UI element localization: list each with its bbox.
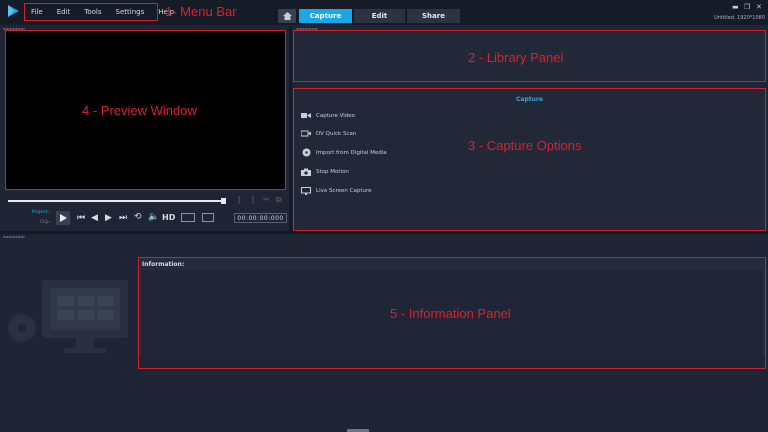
live-screen-capture-option[interactable]: Live Screen Capture (301, 186, 372, 195)
timecode-display[interactable]: 00:00:00:000 (234, 213, 287, 223)
minimize-icon[interactable]: ▬ (732, 3, 739, 11)
menu-bar: File Edit Tools Settings Help (24, 3, 174, 21)
screen-capture-icon (301, 186, 311, 195)
top-bar: File Edit Tools Settings Help 1- Menu Ba… (0, 0, 768, 25)
menu-tools[interactable]: Tools (84, 8, 101, 16)
project-name: Untitled, 1920*1080 (714, 15, 765, 21)
project-mode-label[interactable]: Project– (32, 210, 50, 215)
decorative-computer-illustration (8, 280, 128, 353)
split-clip-icon[interactable]: ✂ (263, 195, 270, 204)
annotation-menu-bar: 1- Menu Bar (165, 4, 237, 19)
app-logo-icon (8, 5, 19, 17)
restore-icon[interactable]: ❐ (744, 3, 750, 11)
video-camera-icon (301, 112, 311, 119)
display-mode-dropdown[interactable] (202, 213, 214, 222)
volume-icon[interactable]: 🔈 (148, 212, 159, 222)
capture-panel-title: Capture (516, 96, 543, 103)
mark-out-icon[interactable]: ] (251, 195, 254, 204)
stop-motion-option[interactable]: Stop Motion (301, 168, 349, 176)
menu-settings[interactable]: Settings (116, 8, 145, 16)
annotation-library-panel: 2 - Library Panel (468, 50, 564, 65)
go-to-start-icon[interactable]: ⏮ (77, 213, 85, 223)
live-screen-capture-label: Live Screen Capture (316, 187, 372, 194)
video-editor-app: File Edit Tools Settings Help 1- Menu Ba… (0, 0, 768, 432)
annotation-information-panel: 5 - Information Panel (390, 306, 511, 321)
mark-in-icon[interactable]: [ (238, 195, 241, 204)
aspect-ratio-dropdown[interactable] (181, 213, 195, 222)
hd-toggle[interactable]: HD (162, 213, 175, 222)
menu-file[interactable]: File (31, 8, 43, 16)
menu-edit[interactable]: Edit (57, 8, 71, 16)
horizontal-divider[interactable] (0, 231, 768, 234)
tab-share[interactable]: Share (407, 9, 460, 23)
scrub-handle[interactable] (221, 198, 226, 204)
dv-quick-scan-label: DV Quick Scan (316, 130, 357, 137)
tab-edit[interactable]: Edit (354, 9, 405, 23)
scrub-bar[interactable] (8, 200, 226, 202)
home-icon (282, 12, 292, 20)
dv-scan-icon (301, 130, 311, 137)
import-digital-media-option[interactable]: Import from Digital Media (301, 148, 387, 157)
close-icon[interactable]: ✕ (756, 3, 762, 11)
repeat-icon[interactable]: ⟲ (134, 212, 142, 222)
annotation-preview-window: 4 - Preview Window (82, 103, 197, 118)
next-frame-icon[interactable]: ▶ (105, 213, 112, 223)
stop-motion-camera-icon (301, 168, 311, 176)
capture-video-option[interactable]: Capture Video (301, 112, 355, 119)
tab-capture[interactable]: Capture (299, 9, 352, 23)
play-icon (59, 214, 67, 222)
clip-mode-label[interactable]: Clip– (40, 220, 51, 225)
previous-frame-icon[interactable]: ◀ (91, 213, 98, 223)
capture-video-label: Capture Video (316, 112, 356, 119)
information-grip[interactable] (3, 236, 25, 238)
capture-options-highlight (293, 88, 766, 231)
dv-quick-scan-option[interactable]: DV Quick Scan (301, 130, 356, 137)
home-button[interactable] (278, 9, 296, 23)
digital-media-icon (301, 148, 311, 157)
import-digital-media-label: Import from Digital Media (316, 149, 387, 156)
enlarge-icon[interactable]: ⧉ (276, 195, 282, 205)
stop-motion-label: Stop Motion (316, 168, 349, 175)
go-to-end-icon[interactable]: ⏭ (119, 213, 127, 223)
annotation-capture-options: 3 - Capture Options (468, 138, 582, 153)
panel-divider[interactable] (289, 26, 292, 232)
play-button[interactable] (56, 211, 70, 225)
